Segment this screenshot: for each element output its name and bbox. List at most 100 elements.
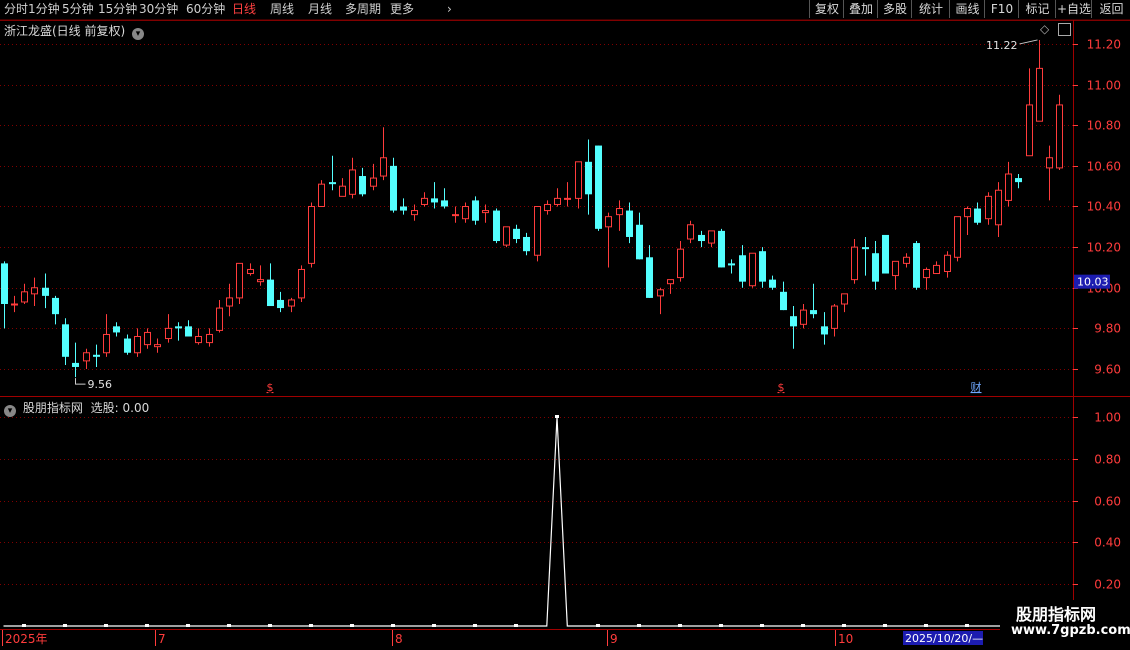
candle-body-down bbox=[175, 326, 182, 329]
toolbar-button-1[interactable]: 叠加 bbox=[843, 0, 878, 18]
candle-body-up bbox=[605, 216, 612, 228]
candle-body-down bbox=[698, 234, 705, 242]
candle-body-down bbox=[974, 208, 981, 223]
toolbar-button-8[interactable]: 返回 bbox=[1091, 0, 1130, 18]
indicator-point bbox=[391, 624, 395, 627]
candle-body-down bbox=[62, 324, 69, 357]
candle-body-down bbox=[513, 228, 520, 239]
event-marker: 财 bbox=[971, 380, 982, 394]
indicator-point bbox=[965, 624, 969, 627]
candle-body-up bbox=[83, 352, 90, 362]
chevron-right-icon[interactable]: › bbox=[447, 1, 452, 18]
indicator-point bbox=[227, 624, 231, 627]
candle-body-up bbox=[1026, 104, 1033, 157]
candle-body-down bbox=[359, 176, 366, 195]
candle-body-up bbox=[165, 327, 172, 340]
candle-body-up bbox=[21, 291, 28, 303]
candle-body-down bbox=[431, 198, 438, 203]
candle-body-up bbox=[257, 279, 264, 283]
period-tab-7[interactable]: 周线 bbox=[270, 1, 294, 18]
indicator-point bbox=[719, 624, 723, 627]
period-tab-10[interactable]: 更多 bbox=[390, 1, 414, 18]
candle-body-up bbox=[995, 189, 1002, 226]
candle-body-down bbox=[872, 253, 879, 282]
watermark-title: 股朋指标网 bbox=[1016, 605, 1097, 624]
indicator-point bbox=[555, 415, 559, 418]
candle-body-up bbox=[841, 293, 848, 305]
toolbar-button-7[interactable]: +自选 bbox=[1055, 0, 1092, 18]
candle-body-down bbox=[636, 224, 643, 260]
indicator-point bbox=[22, 624, 26, 627]
panel-toggle-icon[interactable] bbox=[1058, 23, 1071, 36]
candle-body-up bbox=[318, 183, 325, 207]
candle-body-up bbox=[31, 287, 38, 295]
period-tab-8[interactable]: 月线 bbox=[308, 1, 332, 18]
candle-body-down bbox=[93, 354, 100, 357]
period-tab-2[interactable]: 5分钟 bbox=[62, 1, 94, 18]
chart-canvas[interactable]: 9.609.8010.0010.2010.4010.6010.8011.0011… bbox=[0, 20, 1130, 650]
date-label: 10 bbox=[838, 632, 853, 646]
indicator-value: 选股: 0.00 bbox=[90, 401, 150, 415]
candle-body-down bbox=[277, 299, 284, 309]
candle-body-up bbox=[1036, 67, 1043, 122]
toolbar-button-6[interactable]: 标记 bbox=[1018, 0, 1056, 18]
toolbar-button-0[interactable]: 复权 bbox=[809, 0, 844, 18]
indicator-point bbox=[924, 624, 928, 627]
candle-body-up bbox=[298, 268, 305, 299]
event-marker: $ bbox=[778, 381, 785, 394]
candle-body-up bbox=[503, 226, 510, 246]
candle-body-up bbox=[288, 299, 295, 307]
watermark-url: www.7gpzb.com bbox=[1011, 623, 1130, 638]
indicator-line bbox=[3, 416, 1060, 627]
candle-body-down bbox=[585, 161, 592, 195]
low-pointer-line bbox=[75, 378, 86, 385]
candle-body-up bbox=[534, 206, 541, 256]
candle-body-up bbox=[370, 177, 377, 187]
candle-body-up bbox=[964, 208, 971, 218]
chevron-down-icon[interactable]: ▾ bbox=[4, 405, 16, 417]
candle-body-up bbox=[1056, 104, 1063, 169]
date-label: 9 bbox=[610, 632, 618, 646]
toolbar-button-2[interactable]: 多股 bbox=[877, 0, 912, 18]
period-tab-1[interactable]: 1分钟 bbox=[28, 1, 60, 18]
candle-body-down bbox=[267, 279, 274, 307]
period-tab-3[interactable]: 15分钟 bbox=[98, 1, 137, 18]
diamond-icon[interactable]: ◇ bbox=[1040, 22, 1049, 36]
indicator-point bbox=[842, 624, 846, 627]
candle-body-up bbox=[657, 289, 664, 297]
price-tick-label: 11.20 bbox=[1087, 38, 1121, 52]
period-tab-9[interactable]: 多周期 bbox=[345, 1, 381, 18]
date-label: 7 bbox=[158, 632, 166, 646]
candle-body-up bbox=[154, 344, 161, 348]
candle-body-up bbox=[216, 307, 223, 331]
indicator-point bbox=[678, 624, 682, 627]
candle-body-up bbox=[831, 305, 838, 329]
candle-body-up bbox=[616, 208, 623, 216]
candle-body-up bbox=[462, 206, 469, 220]
candle-body-up bbox=[933, 264, 940, 275]
toolbar-button-3[interactable]: 统计 bbox=[911, 0, 950, 18]
high-price-label: 11.22 bbox=[986, 39, 1018, 52]
indicator-title-row: ▾ 股朋指标网 选股: 0.00 bbox=[4, 399, 149, 417]
candle-body-down bbox=[523, 236, 530, 252]
period-tab-5[interactable]: 60分钟 bbox=[186, 1, 225, 18]
candle-body-down bbox=[113, 326, 120, 333]
high-pointer-line bbox=[1019, 39, 1038, 45]
candle-body-up bbox=[134, 336, 141, 354]
candle-body-up bbox=[903, 256, 910, 264]
indicator-point bbox=[883, 624, 887, 627]
candle-body-down bbox=[493, 210, 500, 242]
price-tick-label: 11.00 bbox=[1087, 79, 1121, 93]
candle-body-down bbox=[441, 200, 448, 207]
toolbar-button-4[interactable]: 画线 bbox=[949, 0, 985, 18]
indicator-title: 股朋指标网 bbox=[22, 401, 83, 415]
chevron-down-icon[interactable]: ▾ bbox=[132, 28, 145, 40]
candle-body-up bbox=[482, 210, 489, 214]
period-tab-6[interactable]: 日线 bbox=[232, 1, 256, 18]
candle-body-down bbox=[718, 230, 725, 268]
date-label: 8 bbox=[395, 632, 403, 646]
toolbar-button-5[interactable]: F10 bbox=[984, 0, 1019, 18]
period-tab-0[interactable]: 分时 bbox=[4, 1, 28, 18]
period-tab-4[interactable]: 30分钟 bbox=[139, 1, 178, 18]
candle-body-up bbox=[206, 333, 213, 344]
